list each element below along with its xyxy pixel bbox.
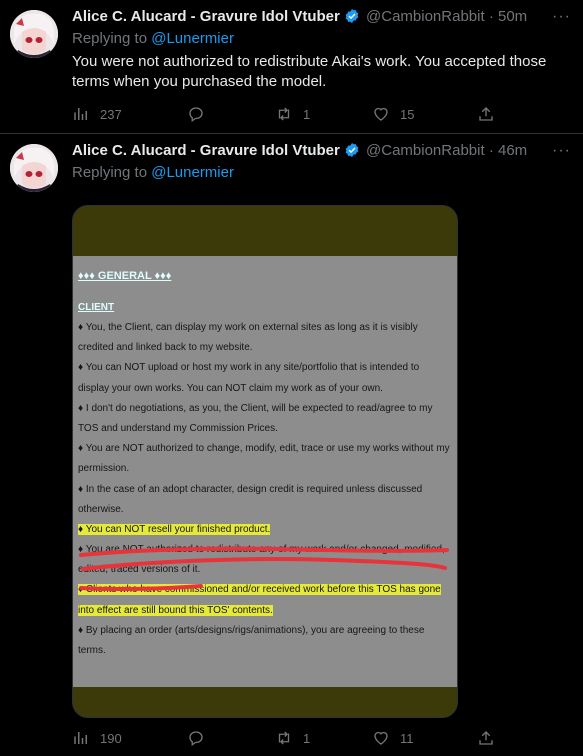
doc-line-highlighted: ♦ Clients who have commissioned and/or r… xyxy=(78,584,441,596)
doc-line: ♦ By placing an order (arts/designs/rigs… xyxy=(78,624,425,636)
replying-label: Replying to xyxy=(72,30,148,47)
doc-line-underlined: ♦ You are NOT authorized to redistribute… xyxy=(78,544,445,556)
doc-line-highlighted: into effect are still bound this TOS' co… xyxy=(78,604,273,616)
heart-icon xyxy=(374,107,388,121)
separator: · xyxy=(488,8,494,25)
document-lines: ♦ You, the Client, can display my work o… xyxy=(78,318,456,661)
timestamp[interactable]: 50m xyxy=(498,8,527,25)
retweet-count: 1 xyxy=(303,730,311,746)
share-icon xyxy=(479,107,493,121)
reply-icon xyxy=(189,731,203,747)
doc-line: otherwise. xyxy=(78,503,124,515)
handle[interactable]: @CambionRabbit xyxy=(366,142,485,159)
like-count: 11 xyxy=(400,730,414,746)
retweet-button[interactable]: 1 xyxy=(275,102,310,126)
doc-line-highlighted: ♦ You can NOT resell your finished produ… xyxy=(78,523,271,535)
verified-badge-icon xyxy=(344,142,360,162)
tweet-image[interactable]: ♦♦♦ GENERAL ♦♦♦ CLIENT ♦ You, the Client… xyxy=(72,205,458,718)
heart-icon xyxy=(374,731,388,745)
tweet-1[interactable]: Alice C. Alucard - Gravure Idol Vtuber @… xyxy=(0,0,583,134)
replying-to-link[interactable]: @Lunermier xyxy=(151,164,234,181)
avatar[interactable] xyxy=(10,144,58,192)
doc-line: ♦ You, the Client, can display my work o… xyxy=(78,322,418,333)
verified-badge-icon xyxy=(344,8,360,28)
handle[interactable]: @CambionRabbit xyxy=(366,8,485,25)
tweet-2[interactable]: Alice C. Alucard - Gravure Idol Vtuber @… xyxy=(0,134,583,756)
like-button[interactable]: 11 xyxy=(372,726,414,750)
document-subheading: CLIENT xyxy=(78,302,115,313)
like-count: 15 xyxy=(400,106,415,122)
reply-button[interactable] xyxy=(187,102,215,126)
analytics-icon xyxy=(74,108,87,120)
retweet-button[interactable]: 1 xyxy=(275,726,310,750)
tweet-header: Alice C. Alucard - Gravure Idol Vtuber @… xyxy=(72,8,573,28)
avatar[interactable] xyxy=(10,10,58,58)
tos-document: ♦♦♦ GENERAL ♦♦♦ CLIENT ♦ You, the Client… xyxy=(73,256,457,687)
share-icon xyxy=(479,731,493,745)
analytics-icon xyxy=(74,732,87,744)
doc-line: display your own works. You can NOT clai… xyxy=(78,382,383,394)
reply-icon xyxy=(189,107,203,123)
share-button[interactable] xyxy=(477,726,505,750)
replying-to: Replying to @Lunermier xyxy=(72,30,234,47)
separator: · xyxy=(488,142,494,159)
doc-line: TOS and understand my Commission Prices. xyxy=(78,422,278,434)
views-count: 237 xyxy=(100,106,122,122)
doc-line: ♦ In the case of an adopt character, des… xyxy=(78,483,423,495)
doc-line: permission. xyxy=(78,463,130,475)
views-button[interactable]: 237 xyxy=(72,102,122,126)
retweet-icon xyxy=(278,731,290,745)
doc-line: credited and linked back to my website. xyxy=(78,342,253,354)
tweet-actions: 190 1 11 xyxy=(72,726,512,750)
replying-to: Replying to @Lunermier xyxy=(72,164,234,181)
tweet-text: You were not authorized to redistribute … xyxy=(72,53,547,90)
like-button[interactable]: 15 xyxy=(372,102,414,126)
doc-line: terms. xyxy=(78,645,106,656)
doc-line: ♦ You can NOT upload or host my work in … xyxy=(78,362,420,374)
doc-line: ♦ I don't do negotiations, as you, the C… xyxy=(78,402,433,414)
replying-label: Replying to xyxy=(72,164,148,181)
doc-line-underlined: edited, traced versions of it. xyxy=(78,564,201,576)
views-count: 190 xyxy=(100,730,122,746)
display-name[interactable]: Alice C. Alucard - Gravure Idol Vtuber xyxy=(72,8,340,25)
replying-to-link[interactable]: @Lunermier xyxy=(151,30,234,47)
share-button[interactable] xyxy=(477,102,505,126)
retweet-count: 1 xyxy=(303,106,311,122)
display-name[interactable]: Alice C. Alucard - Gravure Idol Vtuber xyxy=(72,142,340,159)
retweet-icon xyxy=(278,107,290,121)
more-options-icon[interactable]: ··· xyxy=(552,142,571,160)
document-heading: ♦♦♦ GENERAL ♦♦♦ xyxy=(78,270,172,282)
tweet-header: Alice C. Alucard - Gravure Idol Vtuber @… xyxy=(72,142,573,162)
views-button[interactable]: 190 xyxy=(72,726,122,750)
more-options-icon[interactable]: ··· xyxy=(552,8,571,26)
reply-button[interactable] xyxy=(187,726,215,750)
tweet-actions: 237 1 15 xyxy=(72,102,512,126)
doc-line: ♦ You are NOT authorized to change, modi… xyxy=(78,443,450,455)
timestamp[interactable]: 46m xyxy=(498,142,527,159)
